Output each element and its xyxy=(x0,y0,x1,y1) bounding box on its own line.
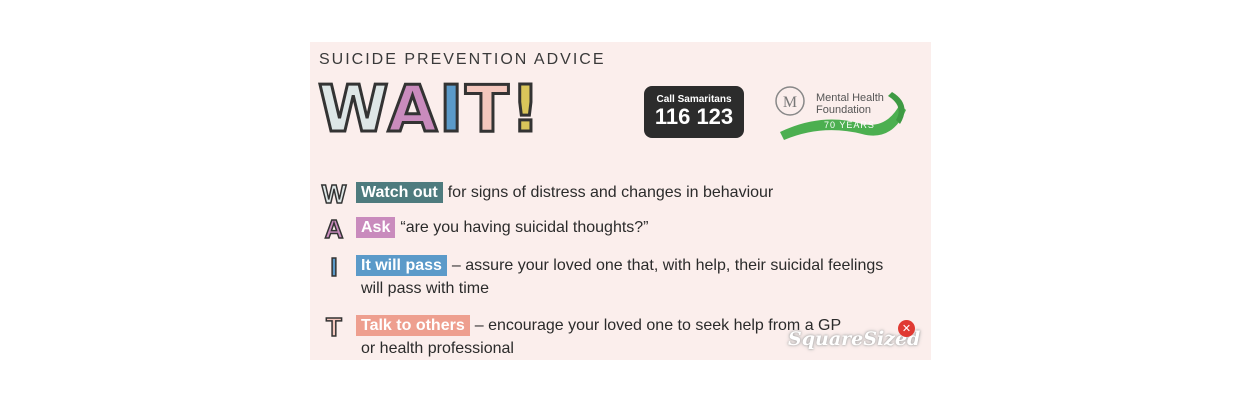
samaritans-number: 116 123 xyxy=(654,104,734,129)
step-text-continued: or health professional xyxy=(361,340,514,357)
wait-letter-i: I xyxy=(438,73,466,148)
step-text: for signs of distress and changes in beh… xyxy=(447,184,774,201)
step-text: “are you having suicidal thoughts?” xyxy=(400,219,649,236)
wait-letter-exclaim: ! xyxy=(509,73,542,148)
tag-it-will-pass: It will pass xyxy=(356,255,447,276)
step-text-continued: will pass with time xyxy=(361,280,490,297)
mhf-name: Mental Health Foundation xyxy=(816,92,884,116)
samaritans-call-label: Call Samaritans xyxy=(656,94,732,105)
step-text: – assure your loved one that, with help,… xyxy=(451,257,884,274)
wait-advice-card: SUICIDE PREVENTION ADVICE WAIT! Call Sam… xyxy=(310,42,931,360)
step-letter-a: A xyxy=(324,213,344,245)
step-letter-t: T xyxy=(325,311,342,343)
mhf-years: 70 YEARS xyxy=(824,120,875,130)
wait-letter-t: T xyxy=(464,73,511,148)
svg-text:M: M xyxy=(783,94,797,111)
step-letter-w: W xyxy=(321,178,347,210)
wait-letter-a: A xyxy=(386,73,440,148)
close-icon[interactable]: ✕ xyxy=(898,320,915,337)
eyebrow-title: SUICIDE PREVENTION ADVICE xyxy=(319,51,606,68)
samaritans-badge: Call Samaritans 116 123 xyxy=(644,86,744,138)
wait-heading: WAIT! xyxy=(317,73,618,148)
tag-ask: Ask xyxy=(356,217,396,238)
tag-watch-out: Watch out xyxy=(356,182,443,203)
tag-talk-to-others: Talk to others xyxy=(356,315,470,336)
wait-letter-w: W xyxy=(317,73,388,148)
step-text: – encourage your loved one to seek help … xyxy=(474,317,842,334)
step-letter-i: I xyxy=(330,251,339,283)
mental-health-foundation-logo: M Mental Health Foundation 70 YEARS xyxy=(772,84,912,144)
